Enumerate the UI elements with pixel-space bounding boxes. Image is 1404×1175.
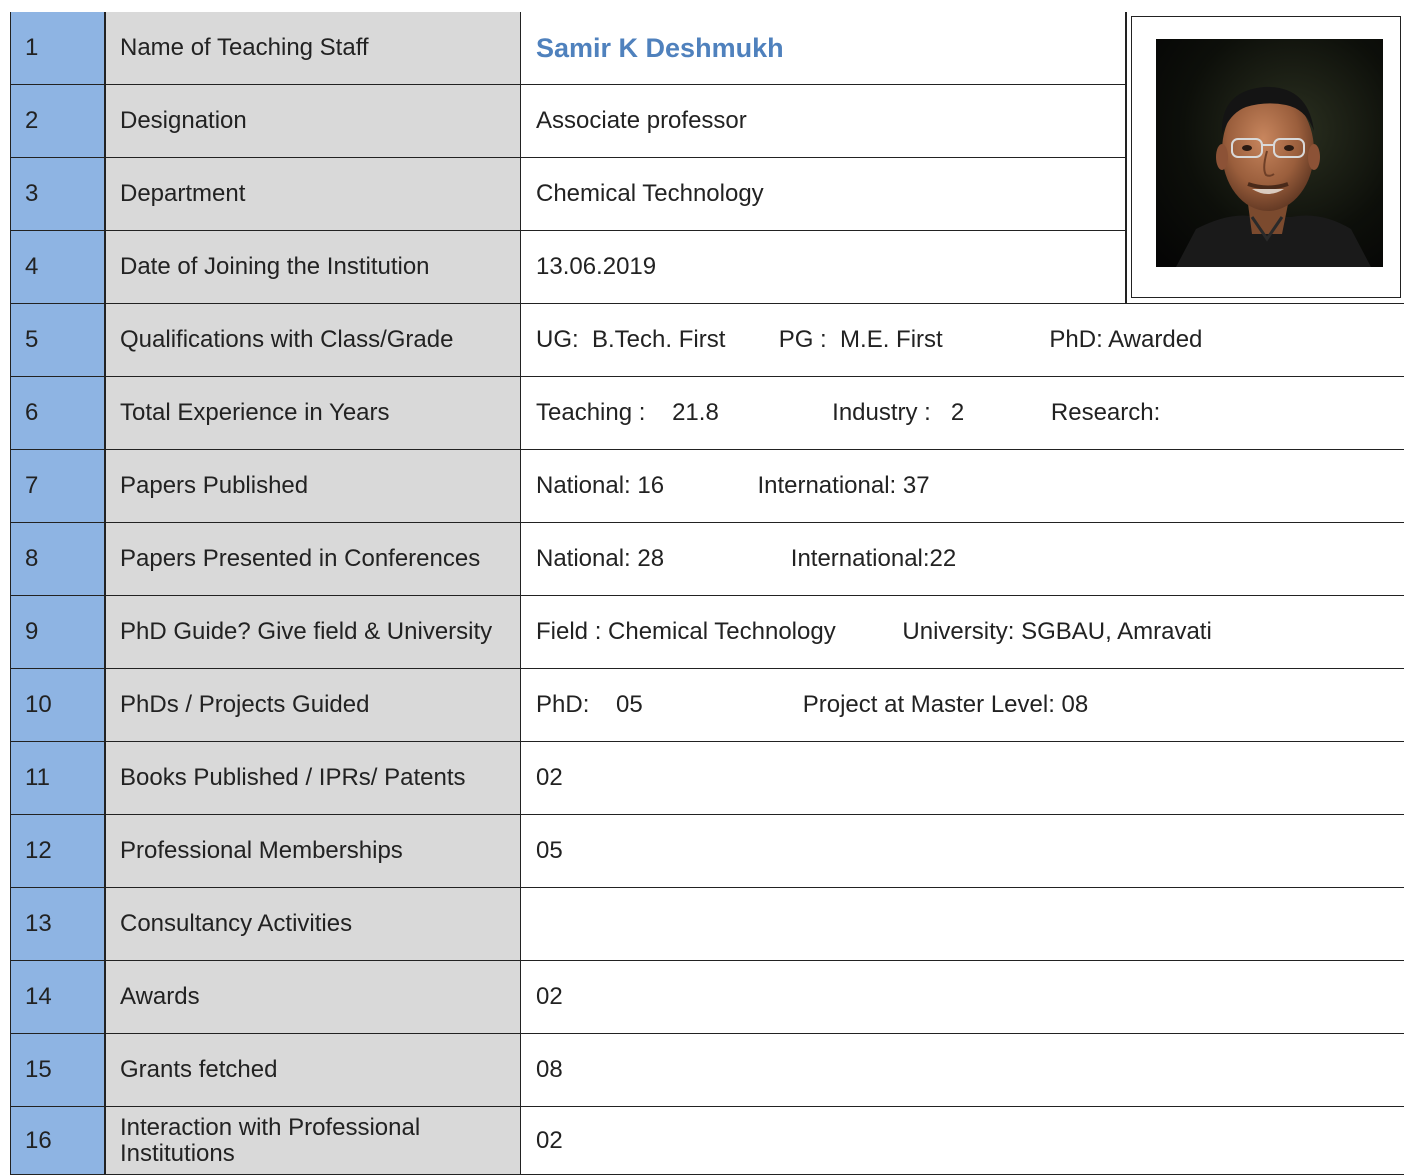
row-value: 13.06.2019 <box>520 231 1126 304</box>
row-label: PhD Guide? Give field & University <box>104 596 520 669</box>
table-row: 5 Qualifications with Class/Grade UG: B.… <box>0 304 1404 377</box>
photo-frame <box>1131 16 1401 298</box>
row-label: Grants fetched <box>104 1034 520 1107</box>
row-number: 3 <box>10 158 104 231</box>
row-number: 6 <box>10 377 104 450</box>
table-row: 10 PhDs / Projects Guided PhD: 05 Projec… <box>0 669 1404 742</box>
row-number: 4 <box>10 231 104 304</box>
row-number: 5 <box>10 304 104 377</box>
row-number: 14 <box>10 961 104 1034</box>
row-value: Field : Chemical Technology University: … <box>520 596 1404 669</box>
row-label: Papers Presented in Conferences <box>104 523 520 596</box>
row-value: Teaching : 21.8 Industry : 2 Research: <box>520 377 1404 450</box>
row-value: National: 16 International: 37 <box>520 450 1404 523</box>
row-label: Date of Joining the Institution <box>104 231 520 304</box>
row-number: 10 <box>10 669 104 742</box>
table-row: 13 Consultancy Activities <box>0 888 1404 961</box>
row-value: Chemical Technology <box>520 158 1126 231</box>
row-label: Qualifications with Class/Grade <box>104 304 520 377</box>
table-row: 16 Interaction with Professional Institu… <box>0 1107 1404 1175</box>
row-label: Consultancy Activities <box>104 888 520 961</box>
row-label: Awards <box>104 961 520 1034</box>
row-label: Total Experience in Years <box>104 377 520 450</box>
row-number: 13 <box>10 888 104 961</box>
row-label: Interaction with Professional Institutio… <box>104 1107 520 1175</box>
row-number: 7 <box>10 450 104 523</box>
staff-name: Samir K Deshmukh <box>520 12 1126 85</box>
table-row: 8 Papers Presented in Conferences Nation… <box>0 523 1404 596</box>
row-number: 15 <box>10 1034 104 1107</box>
row-label: Designation <box>104 85 520 158</box>
faculty-profile-table: 1 Name of Teaching Staff Samir K Deshmuk… <box>0 0 1404 1175</box>
row-value: PhD: 05 Project at Master Level: 08 <box>520 669 1404 742</box>
table-row: 9 PhD Guide? Give field & University Fie… <box>0 596 1404 669</box>
row-label: Department <box>104 158 520 231</box>
row-label: Professional Memberships <box>104 815 520 888</box>
row-label: Books Published / IPRs/ Patents <box>104 742 520 815</box>
table-row: 12 Professional Memberships 05 <box>0 815 1404 888</box>
photo-cell <box>1126 12 1404 304</box>
row-value: National: 28 International:22 <box>520 523 1404 596</box>
row-value: 02 <box>520 961 1404 1034</box>
table-row: 14 Awards 02 <box>0 961 1404 1034</box>
row-number: 1 <box>10 12 104 85</box>
row-label: Name of Teaching Staff <box>104 12 520 85</box>
row-number: 9 <box>10 596 104 669</box>
row-number: 11 <box>10 742 104 815</box>
row-value: 02 <box>520 742 1404 815</box>
row-number: 2 <box>10 85 104 158</box>
row-number: 12 <box>10 815 104 888</box>
row-label: PhDs / Projects Guided <box>104 669 520 742</box>
row-value: 05 <box>520 815 1404 888</box>
row-value: Associate professor <box>520 85 1126 158</box>
row-value <box>520 888 1404 961</box>
row-value: UG: B.Tech. First PG : M.E. First PhD: A… <box>520 304 1404 377</box>
row-value: 02 <box>520 1107 1404 1175</box>
table-row: 6 Total Experience in Years Teaching : 2… <box>0 377 1404 450</box>
table-row: 11 Books Published / IPRs/ Patents 02 <box>0 742 1404 815</box>
row-number: 8 <box>10 523 104 596</box>
staff-portrait <box>1156 39 1383 267</box>
row-value: 08 <box>520 1034 1404 1107</box>
table-row: 7 Papers Published National: 16 Internat… <box>0 450 1404 523</box>
table-row: 15 Grants fetched 08 <box>0 1034 1404 1107</box>
row-number: 16 <box>10 1107 104 1175</box>
row-label: Papers Published <box>104 450 520 523</box>
